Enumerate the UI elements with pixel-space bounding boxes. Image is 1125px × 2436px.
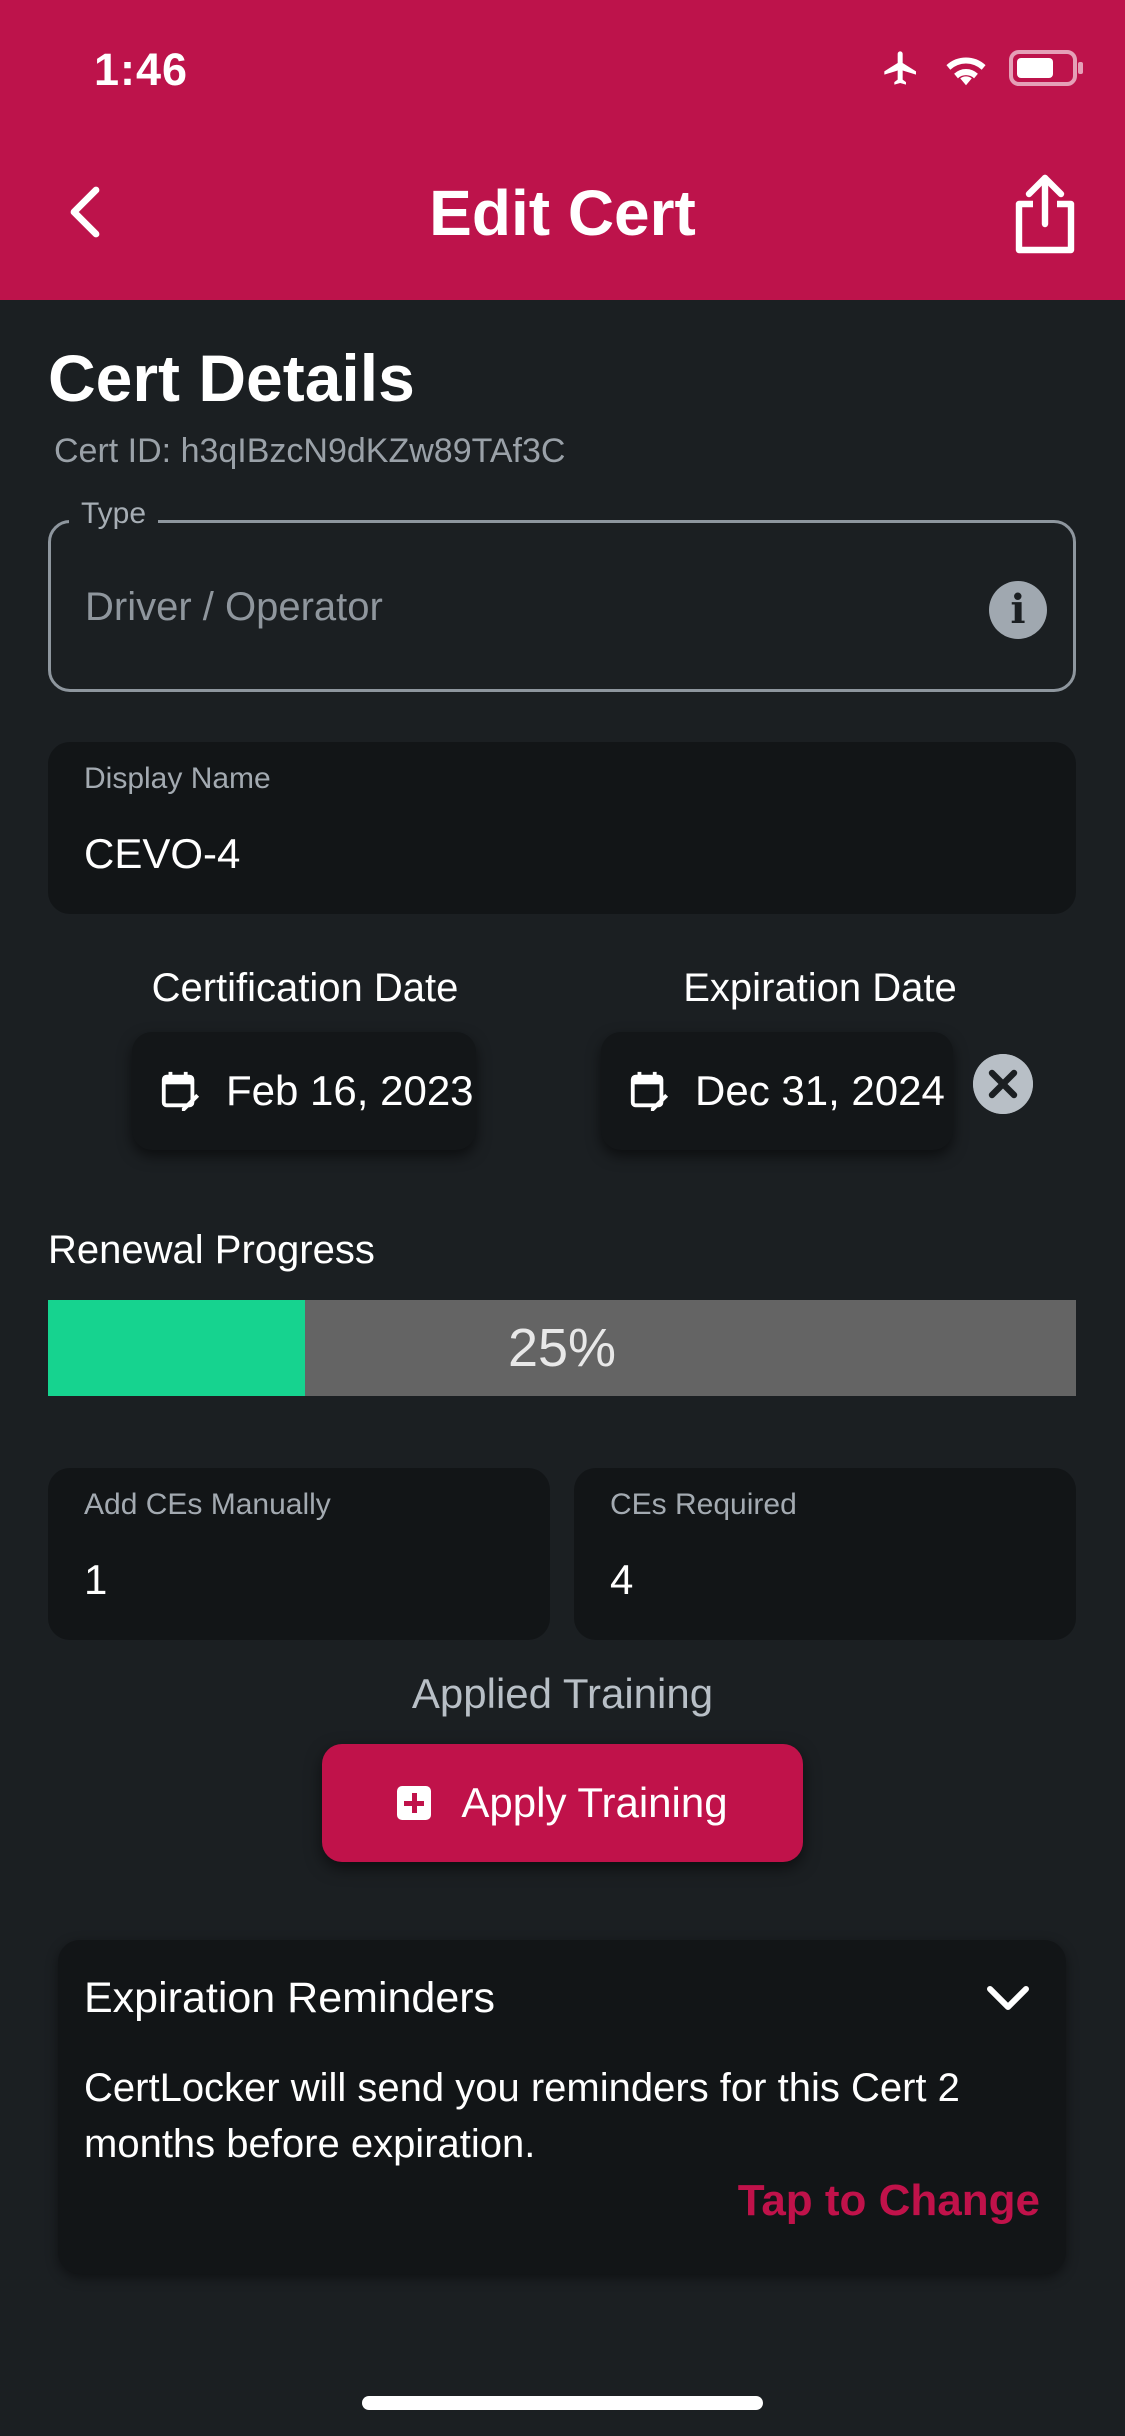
renewal-progress-text: 25% [507,1318,617,1378]
expiration-reminders-card: Expiration Reminders CertLocker will sen… [58,1940,1066,2274]
expiration-reminders-title[interactable]: Expiration Reminders [84,1974,495,2023]
ces-required-field[interactable]: CEs Required 4 [574,1468,1076,1640]
apply-training-label: Apply Training [461,1779,728,1826]
plus-square-icon [397,1786,432,1820]
info-icon[interactable]: i [989,581,1047,639]
display-name-field[interactable]: Display Name CEVO-4 [48,742,1076,914]
ces-required-value: 4 [610,1556,634,1603]
section-title: Cert Details [48,341,415,415]
certification-date-button[interactable]: Feb 16, 2023 [132,1032,476,1150]
apply-training-button[interactable]: Apply Training [322,1744,803,1862]
ces-required-label: CEs Required [610,1488,797,1521]
renewal-progress-bar: 25% [48,1300,1076,1396]
cert-id: Cert ID: h3qIBzcN9dKZw89TAf3C [54,432,566,470]
expiration-date-label: Expiration Date [683,966,957,1010]
certification-date-value: Feb 16, 2023 [226,1067,474,1114]
airplane-icon [884,51,916,85]
calendar-edit-icon [161,1071,200,1112]
expiration-date-value: Dec 31, 2024 [695,1067,945,1114]
expiration-date-button[interactable]: Dec 31, 2024 [601,1032,953,1150]
wifi-icon [946,57,986,86]
tap-to-change-link[interactable]: Tap to Change [738,2176,1040,2226]
type-label: Type [69,497,159,531]
page-title: Edit Cert [429,177,696,249]
chevron-down-icon[interactable] [986,1984,1030,2014]
display-name-value: CEVO-4 [84,830,241,877]
type-field[interactable]: Type Driver / Operator i [48,497,1076,692]
add-ces-manually-label: Add CEs Manually [84,1488,331,1521]
display-name-label: Display Name [84,762,271,795]
app-header: 1:46 Edit Cert [0,0,1125,300]
applied-training-title: Applied Training [411,1670,714,1717]
expiration-reminders-text: CertLocker will send you reminders for t… [84,2066,960,2166]
share-icon[interactable] [1009,172,1081,256]
add-ces-manually-field[interactable]: Add CEs Manually 1 [48,1468,550,1640]
clear-expiration-icon[interactable] [973,1054,1033,1114]
status-icons [879,48,1085,88]
calendar-edit-icon [630,1071,669,1112]
type-placeholder: Driver / Operator [85,585,383,629]
battery-icon [1009,50,1083,86]
home-indicator [362,2396,763,2410]
renewal-progress-label: Renewal Progress [48,1228,375,1272]
status-time: 1:46 [94,44,189,95]
add-ces-manually-value: 1 [84,1556,108,1603]
certification-date-label: Certification Date [151,966,459,1010]
